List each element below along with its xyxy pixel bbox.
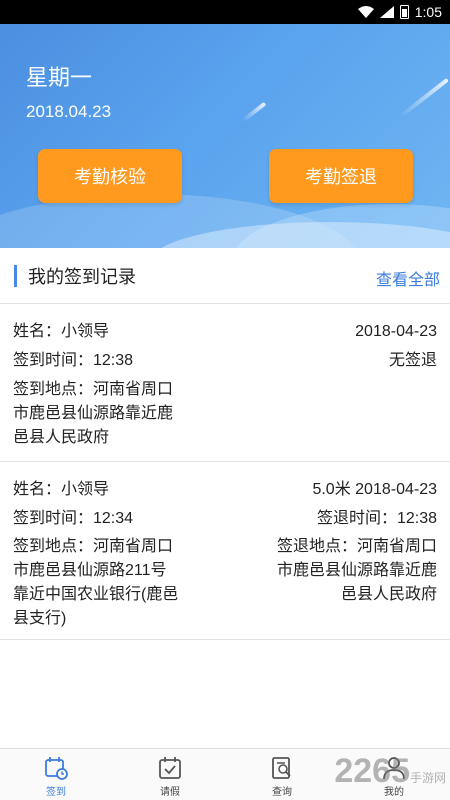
document-search-icon [272,757,291,779]
record-checkin-time: 签到时间：12:38 [13,352,134,369]
attendance-signout-button[interactable]: 考勤签退 [269,149,413,203]
record-checkout-location: 签退地点：河南省周口 市鹿邑县仙源路靠近鹿 邑县人民政府 [277,535,437,607]
location-line: 邑县人民政府 [340,586,437,603]
watermark-text: 2265 [334,752,410,790]
location-line: 市鹿邑县仙源路靠近鹿 [276,562,437,579]
tab-query[interactable]: 查询 [252,755,312,798]
location-line: 签到地点：河南省周口 [13,381,174,398]
status-bar: 1:05 [0,0,450,24]
record-name: 姓名：小领导 [13,323,110,340]
calendar-clock-icon [45,757,68,780]
record-checkout-time: 签退时间：12:38 [316,510,437,527]
calendar-check-icon [159,757,181,779]
tab-label: 签到 [46,787,66,798]
view-all-link[interactable]: 查看全部 [376,266,440,290]
tab-label: 请假 [160,787,180,798]
records-section-header: 我的签到记录 查看全部 [0,248,450,304]
record-distance-date: 5.0米 2018-04-23 [312,481,437,498]
date-label: 2018.04.23 [26,102,112,121]
battery-icon [399,5,409,19]
record-checkin-location: 签到地点：河南省周口 市鹿邑县仙源路靠近鹿 邑县人民政府 [13,378,173,450]
location-line: 签到地点：河南省周口 [13,538,174,555]
tab-sign-in[interactable]: 签到 [26,755,86,798]
attendance-verify-button[interactable]: 考勤核验 [38,149,182,203]
section-title: 我的签到记录 [28,267,136,287]
location-line: 市鹿邑县仙源路靠近鹿 [13,405,174,422]
weekday-label: 星期一 [26,65,93,90]
location-line: 邑县人民政府 [13,429,110,446]
location-line: 签退地点：河南省周口 [276,538,437,555]
signal-icon [379,6,394,18]
watermark-logo: 2265手游网 [334,752,446,791]
record-date: 2018-04-23 [355,323,437,340]
wifi-icon [357,6,374,18]
status-time: 1:05 [414,4,442,20]
record-checkin-time: 签到时间：12:34 [13,510,134,527]
record-status: 无签退 [388,352,437,369]
watermark-subtext: 手游网 [409,771,446,785]
section-accent-bar [14,265,17,287]
record-item[interactable]: 姓名：小领导 2018-04-23 签到时间：12:38 无签退 签到地点：河南… [0,305,450,462]
hero-streak-decoration [241,101,267,123]
hero-banner: 星期一 2018.04.23 考勤核验 考勤签退 [0,24,450,248]
record-checkin-location: 签到地点：河南省周口 市鹿邑县仙源路211号 靠近中国农业银行(鹿邑 县支行) [13,535,178,631]
location-line: 靠近中国农业银行(鹿邑 [13,586,179,603]
record-item[interactable]: 姓名：小领导 5.0米 2018-04-23 签到时间：12:34 签退时间：1… [0,462,450,640]
tab-label: 查询 [272,787,292,798]
hero-streak-decoration [399,77,449,119]
location-line: 县支行) [13,610,67,627]
tab-leave[interactable]: 请假 [140,755,200,798]
location-line: 市鹿邑县仙源路211号 [13,562,167,579]
record-name: 姓名：小领导 [13,481,110,498]
